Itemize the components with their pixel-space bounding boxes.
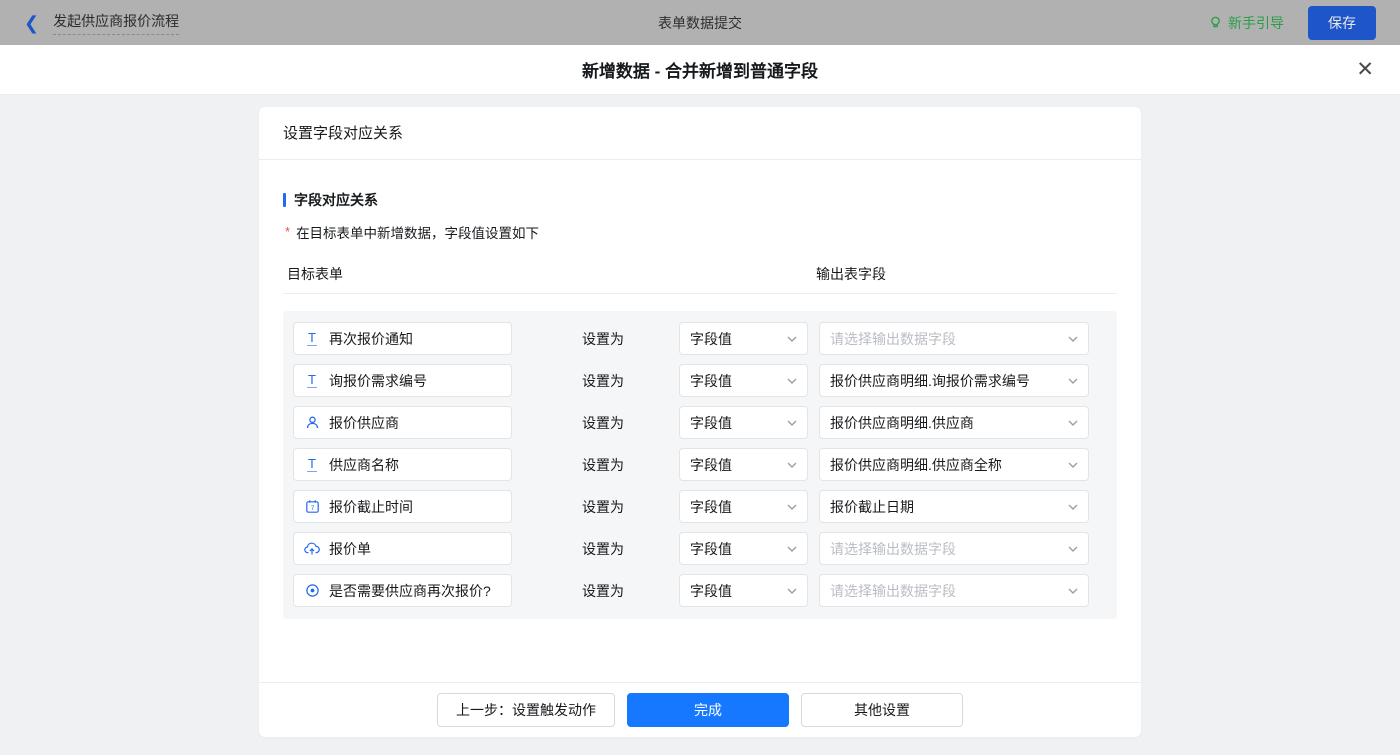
text-field-icon: T: [307, 455, 317, 473]
chevron-down-icon: [1068, 462, 1078, 468]
value-type-select[interactable]: 字段值: [679, 574, 808, 607]
value-type-select[interactable]: 字段值: [679, 532, 808, 565]
target-field-box: 7 报价截止时间: [293, 490, 512, 523]
target-field-box: T 供应商名称: [293, 448, 512, 481]
upload-cloud-icon: [304, 541, 320, 557]
output-field-select[interactable]: 请选择输出数据字段: [819, 574, 1089, 607]
mapping-rows-panel: T 再次报价通知 设置为 字段值 请选择输出数据字段 T 询报价需求编号 设置为…: [283, 311, 1117, 619]
section-title: 字段对应关系: [283, 190, 1117, 210]
text-field-icon: T: [307, 371, 317, 389]
output-field-select[interactable]: 报价供应商明细.询报价需求编号: [819, 364, 1089, 397]
section-note: * 在目标表单中新增数据，字段值设置如下: [285, 224, 540, 241]
other-settings-button[interactable]: 其他设置: [801, 693, 963, 727]
target-field-box: T 再次报价通知: [293, 322, 512, 355]
set-as-label: 设置为: [582, 331, 624, 347]
chevron-down-icon: [1068, 420, 1078, 426]
chevron-down-icon: [1068, 378, 1078, 384]
field-mapping-card: 设置字段对应关系 字段对应关系 * 在目标表单中新增数据，字段值设置如下 目标表…: [259, 107, 1141, 737]
card-header: 设置字段对应关系: [259, 107, 1141, 160]
beginner-guide-link[interactable]: 新手引导: [1208, 13, 1284, 33]
topbar-title: 表单数据提交: [658, 14, 742, 31]
chevron-down-icon: [1068, 336, 1078, 342]
modal-header: 新增数据 - 合并新增到普通字段 ✕: [0, 45, 1400, 95]
close-icon[interactable]: ✕: [1356, 59, 1374, 80]
page-background: 设置字段对应关系 字段对应关系 * 在目标表单中新增数据，字段值设置如下 目标表…: [0, 95, 1400, 755]
chevron-down-icon: [787, 504, 797, 510]
done-button[interactable]: 完成: [627, 693, 789, 727]
set-as-label: 设置为: [582, 457, 624, 473]
value-type-select[interactable]: 字段值: [679, 448, 808, 481]
target-field-box: 是否需要供应商再次报价?: [293, 574, 512, 607]
column-headers: 目标表单 输出表字段: [283, 262, 1117, 294]
card-body: 字段对应关系 * 在目标表单中新增数据，字段值设置如下 目标表单 输出表字段 T…: [259, 160, 1141, 682]
card-footer: 上一步：设置触发动作 完成 其他设置: [259, 682, 1141, 737]
chevron-down-icon: [1068, 546, 1078, 552]
value-type-select[interactable]: 字段值: [679, 490, 808, 523]
mapping-row: 是否需要供应商再次报价? 设置为 字段值 请选择输出数据字段: [293, 574, 1107, 616]
column-output-field: 输出表字段: [816, 266, 886, 282]
set-as-label: 设置为: [582, 541, 624, 557]
chevron-down-icon: [787, 336, 797, 342]
chevron-down-icon: [787, 462, 797, 468]
value-type-select[interactable]: 字段值: [679, 406, 808, 439]
chevron-down-icon: [1068, 588, 1078, 594]
target-field-box: 报价单: [293, 532, 512, 565]
mapping-row: 报价单 设置为 字段值 请选择输出数据字段: [293, 532, 1107, 574]
back-chevron-icon[interactable]: ❮: [24, 14, 39, 32]
lightbulb-icon: [1211, 16, 1220, 28]
calendar-icon: 7: [304, 499, 320, 515]
section-accent-bar: [283, 193, 286, 207]
value-type-select[interactable]: 字段值: [679, 364, 808, 397]
chevron-down-icon: [1068, 504, 1078, 510]
modal-title: 新增数据 - 合并新增到普通字段: [581, 62, 819, 81]
topbar: ❮ 发起供应商报价流程 表单数据提交 新手引导 保存: [0, 0, 1400, 45]
output-field-select[interactable]: 请选择输出数据字段: [819, 322, 1089, 355]
target-field-box: T 询报价需求编号: [293, 364, 512, 397]
text-field-icon: T: [307, 329, 317, 347]
save-button[interactable]: 保存: [1308, 5, 1376, 40]
flow-name[interactable]: 发起供应商报价流程: [53, 11, 180, 35]
value-type-select[interactable]: 字段值: [679, 322, 808, 355]
chevron-down-icon: [787, 588, 797, 594]
mapping-row: T 供应商名称 设置为 字段值 报价供应商明细.供应商全称: [293, 448, 1107, 490]
mapping-row: T 再次报价通知 设置为 字段值 请选择输出数据字段: [293, 322, 1107, 364]
set-as-label: 设置为: [582, 373, 624, 389]
person-icon: [304, 415, 320, 431]
set-as-label: 设置为: [582, 499, 624, 515]
chevron-down-icon: [787, 546, 797, 552]
svg-text:7: 7: [310, 505, 314, 512]
chevron-down-icon: [787, 378, 797, 384]
output-field-select[interactable]: 报价供应商明细.供应商: [819, 406, 1089, 439]
required-asterisk: *: [285, 224, 291, 239]
output-field-select[interactable]: 报价截止日期: [819, 490, 1089, 523]
output-field-select[interactable]: 请选择输出数据字段: [819, 532, 1089, 565]
output-field-select[interactable]: 报价供应商明细.供应商全称: [819, 448, 1089, 481]
target-field-box: 报价供应商: [293, 406, 512, 439]
mapping-row: 报价供应商 设置为 字段值 报价供应商明细.供应商: [293, 406, 1107, 448]
mapping-row: T 询报价需求编号 设置为 字段值 报价供应商明细.询报价需求编号: [293, 364, 1107, 406]
radio-icon: [304, 583, 320, 599]
mapping-row: 7 报价截止时间 设置为 字段值 报价截止日期: [293, 490, 1107, 532]
set-as-label: 设置为: [582, 415, 624, 431]
chevron-down-icon: [787, 420, 797, 426]
set-as-label: 设置为: [582, 583, 624, 599]
prev-step-button[interactable]: 上一步：设置触发动作: [437, 693, 615, 727]
column-target-form: 目标表单: [287, 266, 343, 282]
